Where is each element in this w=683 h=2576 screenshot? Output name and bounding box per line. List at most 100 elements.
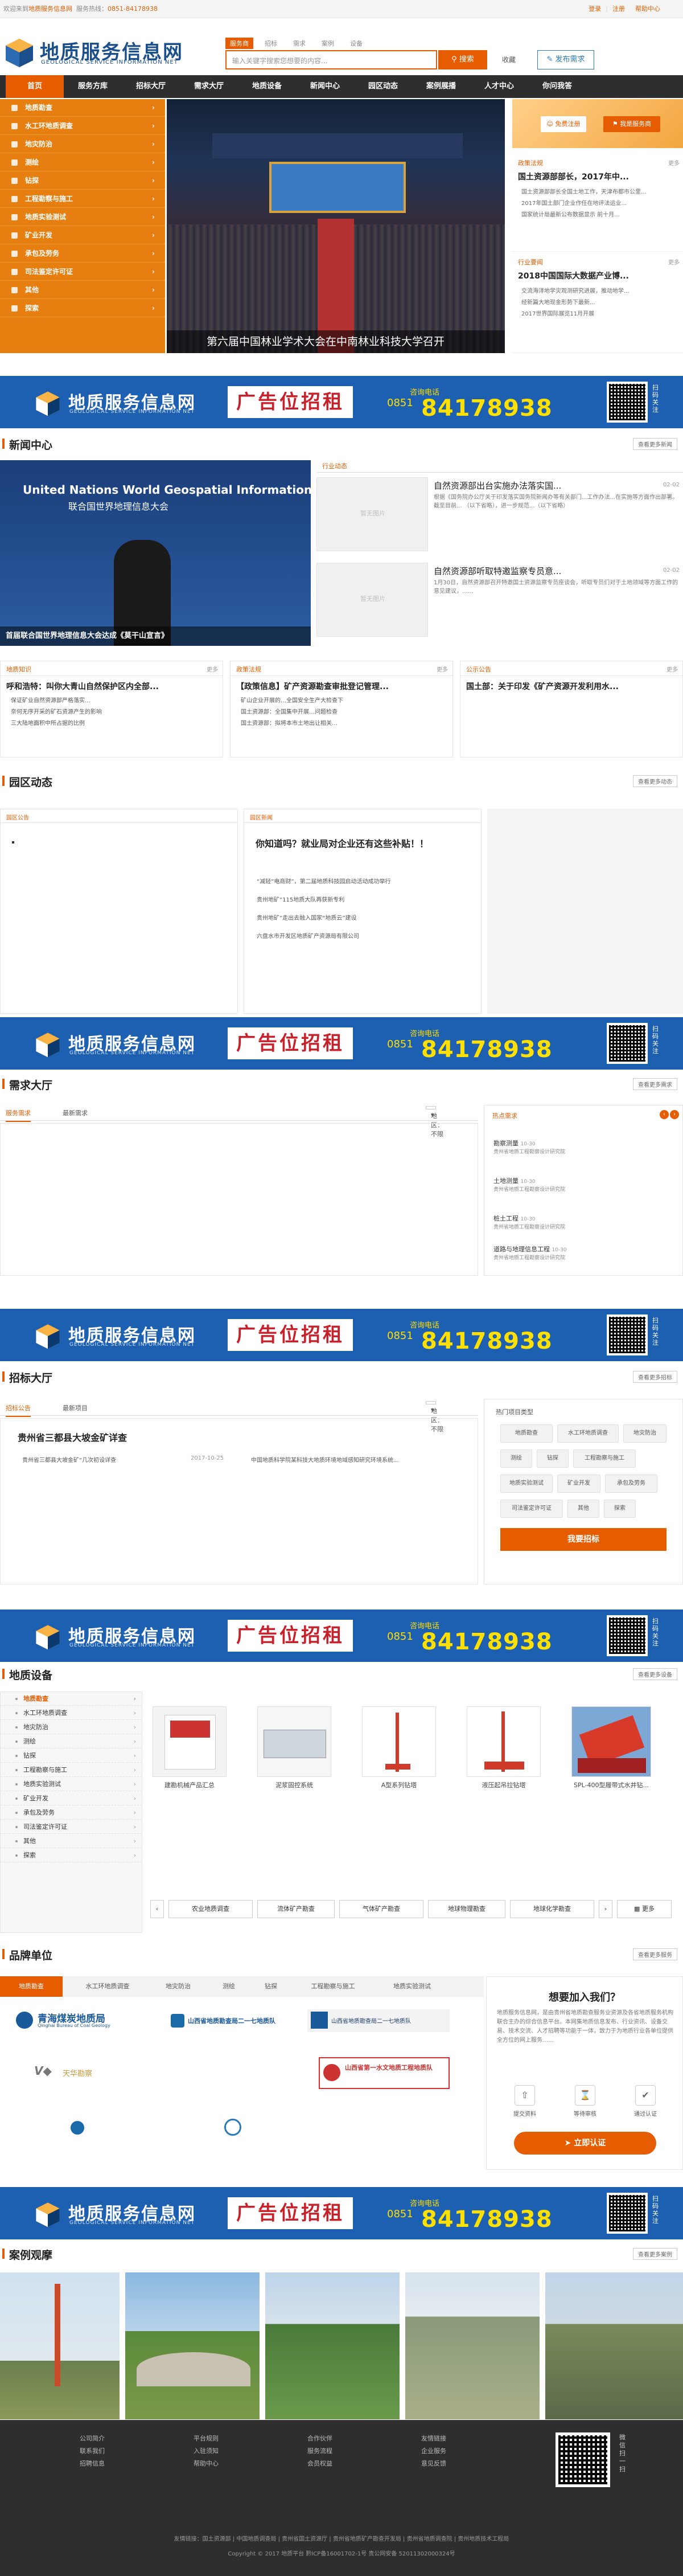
hot-item[interactable]: 道路与地理信息工程 10-30 (493, 1244, 567, 1254)
provider-button[interactable]: ⚑ 我是服务商 (603, 116, 660, 132)
menu-item[interactable]: 工程勘察与施工 › (0, 190, 165, 208)
equip-category[interactable]: 水工环地质调查 › (1, 1706, 142, 1720)
menu-item[interactable]: 地质勘查 › (0, 99, 165, 117)
equip-category[interactable]: 测绘 › (1, 1735, 142, 1748)
category-button[interactable]: 气体矿产勘查 (339, 1900, 423, 1918)
footer-link[interactable]: 入驻须知 (194, 2445, 219, 2458)
nav-home[interactable]: 首页 (6, 75, 64, 98)
list-item[interactable]: 三大陆地面积中所占据的比例 (11, 718, 216, 727)
hot-item[interactable]: 桩土工程 10-30 (493, 1214, 536, 1223)
more-park-button[interactable]: 查看更多动态 (633, 775, 677, 787)
brand-tab[interactable]: 地灾防治 (153, 1976, 204, 1997)
footer-link[interactable]: 平台规则 (194, 2432, 219, 2445)
list-item[interactable]: 保证矿业自然资源部严格落实… (11, 695, 216, 704)
brand-emblem-icon[interactable] (71, 2121, 84, 2135)
box-headline[interactable]: 【政策信息】矿产资源勘查审批登记管理... (236, 681, 450, 692)
equip-category[interactable]: 承包及劳务 › (1, 1806, 142, 1820)
list-item[interactable]: 国家统计局最新公布数据显示 前十月... (521, 210, 681, 218)
brand-logo[interactable]: 山西省地质勘查局二一七地质队 (307, 2009, 450, 2032)
friend-links[interactable]: 友情链接：国土资源部 | 中国地质调查局 | 贵州省国土资源厅 | 贵州省地质矿… (0, 2534, 683, 2542)
list-item[interactable]: 贵州地矿“走出去融入国家“地质云”建设 (257, 913, 357, 922)
footer-link[interactable]: 会员权益 (307, 2458, 332, 2470)
search-tab-equip[interactable]: 设备 (345, 38, 367, 49)
case-image[interactable] (0, 2272, 120, 2419)
park-image[interactable] (487, 809, 683, 1014)
brand-tab[interactable]: 水工环地质调查 (71, 1976, 145, 1997)
tender-item[interactable]: 中国地质科学院某科技大地质环境地域感知研究环境系统... (251, 1455, 473, 1464)
project-type-tag[interactable]: 水工环地质调查 (557, 1424, 619, 1443)
box-tab[interactable]: 地质知识 (6, 665, 31, 674)
news-title[interactable]: 自然资源部听取特邀监察专员意... (434, 565, 561, 577)
list-item[interactable]: “减轻”电商财”，第二届地质科技园启动活动成功举行 (257, 877, 391, 885)
product-card[interactable]: SPL-400型履带式水井钻... (571, 1706, 651, 1797)
more-link[interactable]: 更多 (437, 665, 448, 673)
menu-item[interactable]: 地灾防治 › (0, 136, 165, 153)
project-type-tag[interactable]: 矿业开发 (557, 1475, 600, 1493)
news-title[interactable]: 自然资源部出台实施办法落实国... (434, 480, 561, 492)
box-headline[interactable]: 呼和浩特：叫你大青山自然保护区内全部... (6, 681, 220, 692)
news-item[interactable]: 暂无图片 自然资源部听取特邀监察专员意... 02-02 1月30日，自然资源部… (316, 563, 683, 642)
equip-category[interactable]: 地质实验测试 › (1, 1778, 142, 1791)
headline-link[interactable]: 2018中国国际大数据产业博... (518, 270, 683, 281)
box-tab[interactable]: 园区新闻 (250, 813, 273, 821)
list-item[interactable]: 奈何无序开采的矿石资源产生的影响 (11, 707, 216, 715)
prev-arrow-icon[interactable]: ‹ (150, 1900, 164, 1918)
project-type-tag[interactable]: 探索 (604, 1500, 636, 1518)
brand-tab[interactable]: 测绘 (212, 1976, 246, 1997)
region-select[interactable]: 地区：不限 ▾ (426, 1106, 443, 1138)
next-arrow-icon[interactable]: › (599, 1900, 612, 1918)
category-button[interactable]: 农业地质调查 (168, 1900, 253, 1918)
project-type-tag[interactable]: 承包及劳务 (605, 1475, 657, 1493)
box-tab[interactable]: 公示公告 (466, 665, 491, 674)
equip-category[interactable]: 矿业开发 › (1, 1792, 142, 1805)
project-type-tag[interactable]: 地质勘查 (500, 1424, 553, 1443)
footer-link[interactable]: 帮助中心 (194, 2458, 219, 2470)
tab-latest-project[interactable]: 最新项目 (63, 1403, 88, 1412)
register-button[interactable]: ☺ 免费注册 (541, 116, 586, 132)
menu-item[interactable]: 钻探 › (0, 172, 165, 190)
nav-talent[interactable]: 人才中心 (470, 75, 528, 98)
site-link[interactable]: 地质服务信息网 (28, 5, 72, 13)
more-link[interactable]: 更多 (668, 257, 680, 266)
footer-link[interactable]: 意见反馈 (421, 2458, 446, 2470)
ad-banner[interactable]: 地质服务信息网 GEOLOGICAL SERVICE INFORMATION N… (0, 1610, 683, 1662)
footer-link[interactable]: 公司简介 (80, 2432, 105, 2445)
list-item[interactable]: 国土资源部：拟将本市土地出让相关… (241, 718, 446, 727)
nav-providers[interactable]: 服务方库 (64, 75, 122, 98)
list-item[interactable]: 交流海洋地学灾观测研究进展，推动地学... (521, 286, 681, 294)
menu-item[interactable]: 地质实验测试 › (0, 208, 165, 226)
product-card[interactable]: A型系列钻塔 (362, 1706, 436, 1797)
ad-banner[interactable]: 地质服务信息网 GEOLOGICAL SERVICE INFORMATION N… (0, 2187, 683, 2239)
tender-headline[interactable]: 贵州省三都县大坡金矿详查 (18, 1430, 127, 1444)
list-item[interactable]: 经新篇大地现金形势下最新... (521, 297, 681, 306)
project-type-tag[interactable]: 司法鉴定许可证 (500, 1500, 563, 1518)
search-tab-case[interactable]: 案例 (317, 38, 339, 49)
more-cases-button[interactable]: 查看更多案例 (633, 2248, 677, 2260)
more-categories-button[interactable]: ▦ 更多 (617, 1900, 672, 1918)
category-button[interactable]: 流体矿产勘查 (257, 1900, 335, 1918)
case-image[interactable] (125, 2272, 260, 2419)
brand-emblem-icon[interactable] (224, 2119, 241, 2136)
login-link[interactable]: 登录 (589, 5, 601, 13)
ad-banner[interactable]: 地质服务信息网 GEOLOGICAL SERVICE INFORMATION N… (0, 376, 683, 428)
product-card[interactable]: 建勘机械产品汇总 (153, 1706, 227, 1797)
prev-arrow-icon[interactable]: ‹ (660, 1110, 669, 1119)
brand-tab[interactable]: 钻探 (254, 1976, 288, 1997)
footer-link[interactable]: 服务流程 (307, 2445, 332, 2458)
news-item[interactable]: 暂无图片 自然资源部出台实施办法落实国... 02-02 根据《国务院办公厅关于… (316, 477, 683, 557)
tender-item[interactable]: 贵州省三都县大坡金矿“几次初设详查 (22, 1455, 116, 1464)
site-logo[interactable]: 地质服务信息网 GEOLOGICAL SERVICE INFORMATION N… (3, 33, 220, 67)
nav-demands[interactable]: 需求大厅 (180, 75, 238, 98)
favorite-link[interactable]: 收藏 (502, 55, 516, 64)
product-card[interactable]: 液压起吊拉钻塔 (467, 1706, 541, 1797)
tab-latest-demand[interactable]: 最新需求 (63, 1108, 88, 1117)
footer-link[interactable]: 联系我们 (80, 2445, 105, 2458)
help-link[interactable]: 帮助中心 (635, 5, 660, 13)
equip-category[interactable]: 地质勘查 › (1, 1692, 142, 1706)
case-image[interactable] (405, 2272, 540, 2419)
menu-item[interactable]: 承包及劳务 › (0, 245, 165, 263)
nav-news[interactable]: 新闻中心 (296, 75, 354, 98)
brand-logo[interactable]: 山西省地质勘查局二一七地质队 (171, 2013, 313, 2030)
footer-link[interactable]: 友情链接 (421, 2432, 446, 2445)
more-tender-button[interactable]: 查看更多招标 (633, 1371, 677, 1383)
